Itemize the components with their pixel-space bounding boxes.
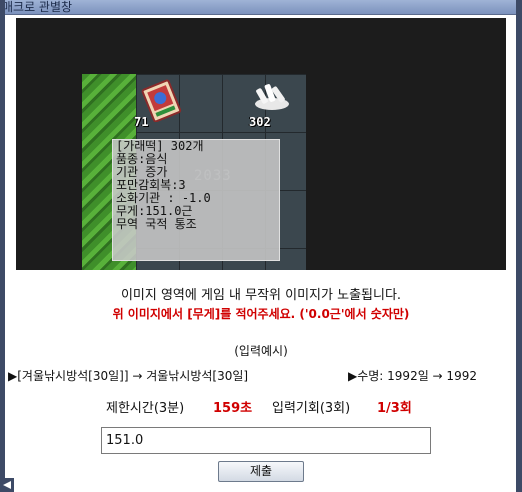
answer-input[interactable] <box>101 427 431 454</box>
instruction-description: 이미지 영역에 게임 내 무작위 이미지가 노출됩니다. <box>120 288 402 303</box>
window-frame-right <box>516 0 522 492</box>
chance-label: 입력기회(3회) <box>272 401 351 416</box>
example-title: (입력예시) <box>234 344 288 358</box>
tooltip-line: 무역 국적 통조 <box>116 217 197 231</box>
captcha-image-area: 71 302 2033 [가래떡] 302개 품종:음식 기관 증가 포만감회복… <box>16 18 506 270</box>
example-line-2: ▶수명: 1992일 → 1992 <box>348 369 477 383</box>
slot-count-2: 302 <box>249 115 271 129</box>
time-limit-label: 제한시간(3분) <box>106 401 185 416</box>
rice-cake-item-icon <box>255 84 289 110</box>
corner-arrow-icon <box>0 478 14 492</box>
window-titlebar: 매크로 관별창 <box>0 0 522 15</box>
item-tooltip: [가래떡] 302개 품종:음식 기관 증가 포만감회복:3 소화기관 : -1… <box>112 139 280 261</box>
chance-remaining: 1/3회 <box>377 401 412 416</box>
example-line-1: ▶[겨울낚시방석[30일]] → 겨울낚시방석[30일] <box>8 369 249 383</box>
instruction-warning: 위 이미지에서 [무게]를 적어주세요. ('0.0근'에서 숫자만) <box>112 307 410 321</box>
slot-count-1: 71 <box>134 115 149 129</box>
submit-button[interactable]: 제출 <box>218 461 304 482</box>
window-frame-left <box>0 0 5 492</box>
window-title: 매크로 관별창 <box>2 0 73 14</box>
time-remaining: 159초 <box>213 401 253 416</box>
